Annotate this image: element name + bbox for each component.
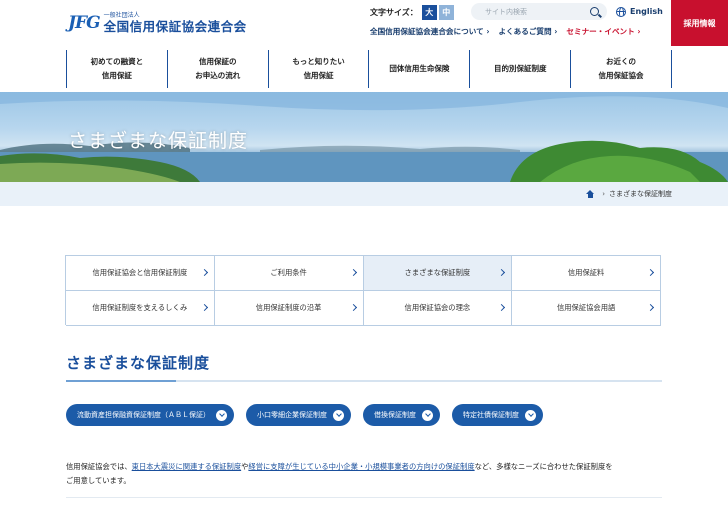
page-title: さまざまな保証制度 bbox=[66, 354, 211, 372]
hero-banner: さまざまな保証制度 bbox=[0, 92, 728, 182]
link-troubled-business-guarantee[interactable]: 経営に支障が生じている中小企業・小規模事業者の方向けの保証制度 bbox=[248, 462, 474, 471]
search-icon[interactable] bbox=[590, 7, 599, 16]
gnav-label-line1: 初めての融資と bbox=[90, 56, 144, 66]
logo-text: 一般社団法人 全国信用保証協会連合会 bbox=[103, 11, 247, 34]
gnav-item-learn-more[interactable]: もっと知りたい 信用保証 bbox=[267, 50, 369, 88]
gnav-label-line1: もっと知りたい bbox=[292, 56, 345, 66]
subnav-item-association-and-system[interactable]: 信用保証協会と信用保証制度 bbox=[66, 256, 215, 291]
gnav-label-line2: お申込の流れ bbox=[195, 71, 241, 80]
body-suffix: など、多様なニーズに合わせた保証制度を bbox=[474, 462, 613, 471]
global-nav: 初めての融資と 信用保証 信用保証の お申込の流れ もっと知りたい 信用保証 団体信用… bbox=[66, 50, 672, 88]
breadcrumb-separator: › bbox=[602, 190, 605, 198]
logo-mark: JFG bbox=[68, 13, 101, 33]
site-logo[interactable]: JFG 一般社団法人 全国信用保証協会連合会 bbox=[68, 10, 247, 36]
chevron-down-icon bbox=[216, 409, 227, 421]
subnav-label: さまざまな保証制度 bbox=[404, 268, 471, 277]
subnav-label: 信用保証協会の理念 bbox=[404, 303, 471, 312]
pill-bond-guarantee[interactable]: 特定社債保証制度 bbox=[452, 404, 543, 426]
gnav-label-line1: お近くの bbox=[606, 56, 637, 66]
sublink-about[interactable]: 全国信用保証協会連合会について › bbox=[370, 26, 489, 37]
sublink-faq[interactable]: よくあるご質問 › bbox=[498, 26, 557, 37]
pill-label: 借換保証制度 bbox=[374, 411, 416, 419]
subnav-item-conditions[interactable]: ご利用条件 bbox=[214, 256, 364, 291]
pill-abl-guarantee[interactable]: 流動資産担保融資保証制度（ＡＢＬ保証） bbox=[66, 404, 234, 426]
chevron-down-icon bbox=[333, 409, 344, 421]
chevron-right-icon bbox=[498, 303, 506, 312]
font-size-large-button[interactable]: 大 bbox=[421, 4, 437, 20]
gnav-label-line2: 信用保証 bbox=[303, 71, 334, 80]
subnav-item-various-systems[interactable]: さまざまな保証制度 bbox=[363, 256, 513, 291]
gnav-item-first-loan[interactable]: 初めての融資と 信用保証 bbox=[66, 50, 167, 88]
subnav-label: 信用保証料 bbox=[567, 268, 605, 277]
sub-nav-grid: 信用保証協会と信用保証制度 ご利用条件 さまざまな保証制度 信用保証料 信用保証… bbox=[65, 255, 661, 326]
pill-small-business[interactable]: 小口零細企業保証制度 bbox=[246, 404, 351, 426]
gnav-label: 団体信用生命保険 bbox=[389, 63, 450, 73]
body-line2: ご用意しています。 bbox=[66, 475, 131, 485]
subnav-label: 信用保証制度を支えるしくみ bbox=[92, 303, 188, 312]
gnav-label-line1: 信用保証の bbox=[198, 56, 237, 66]
pill-label: 流動資産担保融資保証制度（ＡＢＬ保証） bbox=[77, 411, 210, 419]
home-icon[interactable] bbox=[586, 190, 595, 198]
pill-label: 小口零細企業保証制度 bbox=[257, 411, 327, 419]
subnav-label: 信用保証制度の沿革 bbox=[255, 303, 322, 312]
pill-refinancing[interactable]: 借換保証制度 bbox=[363, 404, 440, 426]
font-size-switcher: 文字サイズ： 大 中 bbox=[370, 4, 454, 20]
anchor-pills: 流動資産担保融資保証制度（ＡＢＬ保証） 小口零細企業保証制度 借換保証制度 特定… bbox=[66, 404, 555, 428]
content-divider bbox=[66, 497, 662, 498]
gnav-item-group-life-insurance[interactable]: 団体信用生命保険 bbox=[368, 50, 469, 88]
subnav-item-guarantee-fee[interactable]: 信用保証料 bbox=[512, 256, 661, 291]
gnav-label-line2: 信用保証協会 bbox=[598, 71, 644, 80]
breadcrumb-current: さまざまな保証制度 bbox=[609, 190, 672, 198]
gnav-label-line2: 信用保証 bbox=[101, 71, 132, 80]
gnav-item-purpose-guarantee[interactable]: 目的別保証制度 bbox=[469, 50, 570, 88]
site-search-input[interactable]: サイト内検索 bbox=[471, 3, 607, 20]
logo-sub: 一般社団法人 bbox=[103, 11, 140, 19]
title-divider bbox=[66, 380, 662, 382]
gnav-item-application-flow[interactable]: 信用保証のお申込の流れ bbox=[166, 50, 268, 88]
subnav-label: 信用保証協会用語 bbox=[556, 303, 616, 312]
font-size-medium-button[interactable]: 中 bbox=[438, 4, 454, 20]
intro-paragraph: 信用保証協会では、東日本大震災に関連する保証制度や経営に支障が生じている中小企業… bbox=[66, 460, 666, 488]
gnav-label: 目的別保証制度 bbox=[493, 63, 547, 73]
subnav-item-history[interactable]: 信用保証制度の沿革 bbox=[214, 291, 364, 326]
subnav-item-glossary[interactable]: 信用保証協会用語 bbox=[512, 291, 661, 326]
chevron-down-icon bbox=[525, 409, 536, 421]
font-size-label: 文字サイズ： bbox=[370, 7, 418, 17]
chevron-right-icon bbox=[646, 268, 655, 277]
breadcrumb-bar: › さまざまな保証制度 bbox=[0, 182, 728, 206]
site-header: JFG 一般社団法人 全国信用保証協会連合会 文字サイズ： 大 中 サイト内検索… bbox=[0, 0, 728, 48]
logo-main: 全国信用保証協会連合会 bbox=[103, 18, 247, 34]
chevron-right-icon bbox=[498, 268, 506, 277]
chevron-right-icon bbox=[200, 303, 208, 312]
subnav-label: ご利用条件 bbox=[270, 268, 307, 277]
search-placeholder: サイト内検索 bbox=[485, 7, 527, 16]
subnav-item-philosophy[interactable]: 信用保証協会の理念 bbox=[363, 291, 513, 326]
chevron-down-icon bbox=[422, 409, 433, 421]
language-link[interactable]: English bbox=[616, 5, 663, 18]
chevron-right-icon bbox=[349, 303, 357, 312]
link-earthquake-guarantee[interactable]: 東日本大震災に関連する保証制度 bbox=[132, 462, 241, 471]
pill-label: 特定社債保証制度 bbox=[463, 411, 519, 419]
recruit-button[interactable]: 採用情報 bbox=[671, 0, 728, 46]
subnav-label: 信用保証協会と信用保証制度 bbox=[92, 268, 188, 277]
subnav-item-support-mechanism[interactable]: 信用保証制度を支えるしくみ bbox=[66, 291, 215, 326]
globe-icon bbox=[616, 6, 626, 17]
gnav-item-nearby-association[interactable]: お近くの信用保証協会 bbox=[570, 50, 672, 88]
hero-title: さまざまな保証制度 bbox=[68, 130, 249, 152]
sublink-seminar[interactable]: セミナー・イベント › bbox=[566, 26, 640, 37]
header-sublinks: 全国信用保証協会連合会について › よくあるご質問 › セミナー・イベント › bbox=[370, 26, 650, 37]
chevron-right-icon bbox=[200, 268, 208, 277]
chevron-right-icon bbox=[646, 303, 655, 312]
body-prefix: 信用保証協会では、 bbox=[66, 462, 132, 471]
breadcrumb: › さまざまな保証制度 bbox=[586, 189, 672, 199]
language-label: English bbox=[630, 7, 663, 16]
chevron-right-icon bbox=[349, 268, 357, 277]
